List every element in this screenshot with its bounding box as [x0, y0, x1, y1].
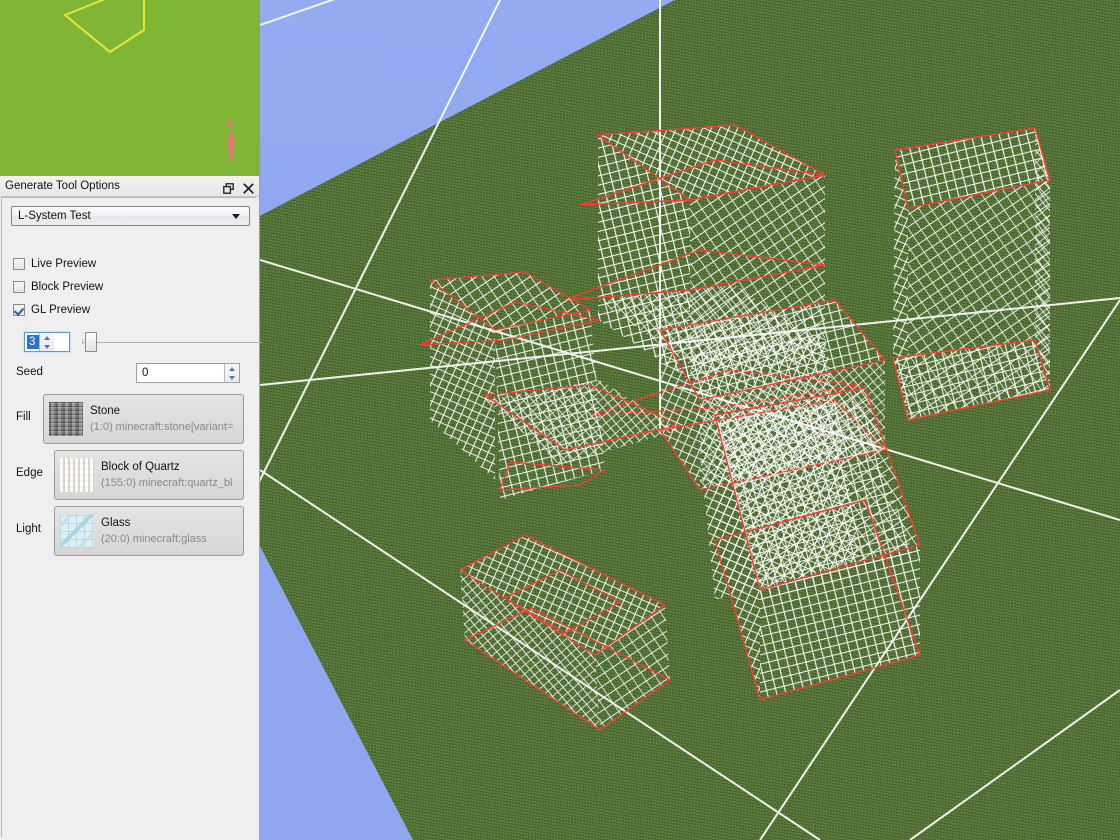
- checkbox-live-preview-box[interactable]: [13, 258, 25, 270]
- material-label-edge: Edge: [16, 467, 43, 479]
- chevron-down-icon: [232, 213, 240, 219]
- close-icon[interactable]: [243, 181, 254, 194]
- application-window: N Generate Tool Options L-System Test Li…: [0, 0, 1120, 840]
- panel-title-text: Generate Tool Options: [5, 180, 120, 192]
- material-label-fill: Fill: [16, 411, 31, 423]
- spinner-up-icon[interactable]: [40, 333, 54, 342]
- material-label-light: Light: [16, 523, 41, 535]
- wireframe-structure-right-tower: [892, 127, 1051, 421]
- slider-track: [82, 342, 262, 343]
- stone-texture-swatch: [49, 402, 83, 436]
- iterations-slider[interactable]: [82, 332, 262, 352]
- seed-label: Seed: [16, 366, 43, 378]
- spinner-up-icon[interactable]: [225, 364, 239, 373]
- checkbox-gl-preview[interactable]: GL Preview: [13, 302, 90, 318]
- seed-value[interactable]: 0: [137, 364, 224, 382]
- material-row-fill: Fill Stone (1:0) minecraft:stone[variant…: [16, 394, 244, 444]
- quartz-texture-swatch: [60, 458, 94, 492]
- material-button-light[interactable]: Glass (20:0) minecraft:glass: [54, 506, 244, 556]
- wireframe-scene: [260, 0, 1120, 840]
- preset-dropdown-label: L-System Test: [18, 210, 91, 222]
- checkbox-live-preview[interactable]: Live Preview: [13, 256, 96, 272]
- panel-title-bar: Generate Tool Options: [0, 176, 259, 197]
- compass: N: [220, 116, 242, 166]
- material-row-edge: Edge Block of Quartz (155:0) minecraft:q…: [16, 450, 244, 500]
- restore-window-icon[interactable]: [223, 181, 234, 194]
- checkbox-gl-preview-box[interactable]: [13, 304, 25, 316]
- material-row-light: Light Glass (20:0) minecraft:glass: [16, 506, 244, 556]
- checkbox-block-preview-box[interactable]: [13, 281, 25, 293]
- spinner-down-icon[interactable]: [225, 373, 239, 382]
- iterations-value[interactable]: 3: [27, 335, 39, 349]
- preset-dropdown[interactable]: L-System Test: [11, 206, 250, 226]
- camera-frustum-outline: [63, 0, 145, 54]
- compass-north-label: N: [226, 116, 236, 130]
- generate-tool-options-panel: Generate Tool Options L-System Test Live…: [0, 176, 262, 840]
- material-name-light: Glass: [101, 517, 131, 529]
- checkbox-live-preview-label: Live Preview: [31, 258, 97, 270]
- spinner-down-icon[interactable]: [40, 342, 54, 351]
- wireframe-structure-right-column: [714, 387, 921, 701]
- panel-body: L-System Test Live Preview Block Preview…: [1, 197, 262, 837]
- left-column: N Generate Tool Options L-System Test Li…: [0, 0, 262, 840]
- checkbox-block-preview-label: Block Preview: [31, 281, 104, 293]
- checkbox-gl-preview-label: GL Preview: [31, 304, 91, 316]
- glass-texture-swatch: [60, 514, 94, 548]
- iterations-spinner[interactable]: 3: [23, 331, 71, 353]
- slider-handle[interactable]: [85, 332, 97, 352]
- slider-tick: [82, 339, 83, 344]
- checkbox-block-preview[interactable]: Block Preview: [13, 279, 103, 295]
- compass-needle-icon: [228, 130, 234, 164]
- wireframe-structure-bottom-cube: [458, 534, 672, 731]
- material-name-edge: Block of Quartz: [101, 461, 180, 473]
- material-button-fill[interactable]: Stone (1:0) minecraft:stone[variant=: [43, 394, 244, 444]
- material-name-fill: Stone: [90, 405, 121, 417]
- material-button-edge[interactable]: Block of Quartz (155:0) minecraft:quartz…: [54, 450, 244, 500]
- material-id-edge: (155:0) minecraft:quartz_bl: [101, 477, 233, 489]
- seed-row: Seed 0: [16, 363, 244, 383]
- 3d-viewport[interactable]: [260, 0, 1120, 840]
- material-id-light: (20:0) minecraft:glass: [101, 533, 207, 545]
- minimap[interactable]: N: [0, 0, 260, 176]
- material-id-fill: (1:0) minecraft:stone[variant=: [90, 421, 234, 433]
- seed-input[interactable]: 0: [136, 363, 240, 383]
